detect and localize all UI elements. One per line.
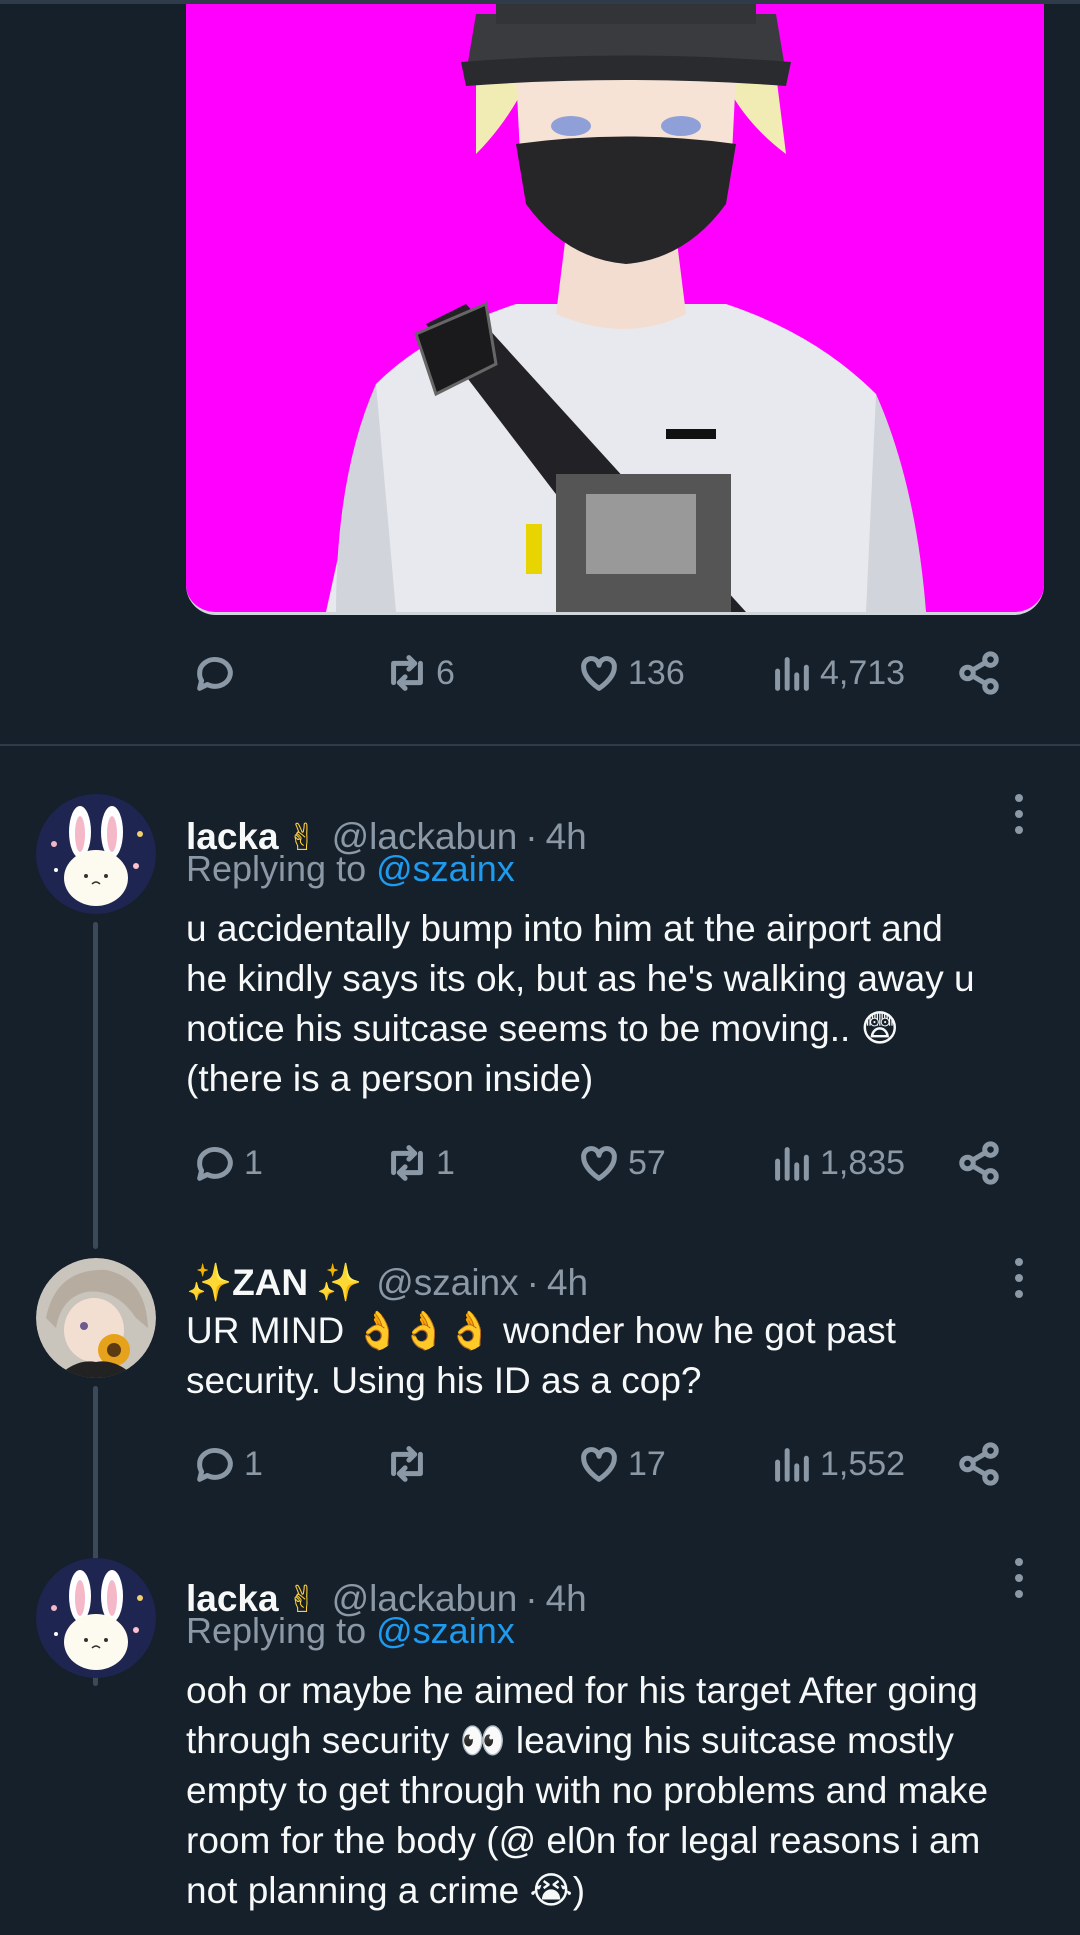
reply-icon bbox=[197, 657, 233, 691]
more-options-icon[interactable] bbox=[1008, 1258, 1030, 1298]
heart-icon bbox=[581, 656, 617, 691]
avatar[interactable] bbox=[36, 794, 156, 914]
views-button[interactable]: 4,713 bbox=[768, 643, 905, 703]
post-actions: 6 136 4,713 bbox=[186, 643, 1016, 703]
timestamp[interactable]: 4h bbox=[547, 1262, 588, 1304]
retweet-count: 1 bbox=[436, 1143, 455, 1182]
tweet-line: (there is a person inside) bbox=[186, 1058, 594, 1099]
retweet-count: 6 bbox=[436, 653, 455, 692]
views-button[interactable]: 1,835 bbox=[768, 1133, 905, 1193]
tweet-line: empty to get through with no problems an… bbox=[186, 1770, 989, 1811]
share-button[interactable] bbox=[956, 1434, 1002, 1494]
views-icon bbox=[775, 657, 809, 691]
views-count: 4,713 bbox=[820, 653, 906, 692]
tweet-line: through security 👀 leaving his suitcase … bbox=[186, 1720, 954, 1761]
post-image[interactable] bbox=[186, 4, 1044, 615]
retweet-button[interactable] bbox=[384, 1434, 436, 1494]
retweet-button[interactable]: 1 bbox=[384, 1133, 455, 1193]
like-count: 17 bbox=[628, 1444, 666, 1483]
tweet-actions: 1 17 1,552 bbox=[186, 1434, 1016, 1494]
heart-icon bbox=[581, 1447, 617, 1482]
share-icon bbox=[959, 651, 999, 695]
reply-button[interactable]: 1 bbox=[192, 1133, 263, 1193]
heart-icon bbox=[581, 1146, 617, 1181]
separator-dot: · bbox=[525, 1578, 538, 1619]
retweet-icon bbox=[391, 1145, 423, 1181]
tweet-line: UR MIND 👌👌👌 wonder how he got past bbox=[186, 1310, 896, 1351]
like-count: 57 bbox=[628, 1143, 666, 1182]
share-button[interactable] bbox=[956, 643, 1002, 703]
mention-link[interactable]: @szainx bbox=[376, 848, 515, 889]
replying-to: Replying to @szainx bbox=[186, 848, 515, 890]
timestamp[interactable]: 4h bbox=[546, 1578, 587, 1620]
views-icon bbox=[775, 1448, 809, 1482]
sparkle-emoji: ✨ bbox=[316, 1261, 363, 1303]
tweet-header: ✨ ZAN ✨ @szainx · 4h bbox=[186, 1258, 588, 1308]
separator-dot: · bbox=[526, 1262, 539, 1303]
like-button[interactable]: 17 bbox=[576, 1434, 666, 1494]
like-button[interactable]: 57 bbox=[576, 1133, 666, 1193]
timestamp[interactable]: 4h bbox=[546, 816, 587, 858]
user-handle[interactable]: @szainx bbox=[376, 1262, 518, 1304]
tweet-line: u accidentally bump into him at the airp… bbox=[186, 908, 943, 949]
post-divider bbox=[0, 744, 1080, 746]
reply-button[interactable] bbox=[192, 643, 244, 703]
more-options-icon[interactable] bbox=[1008, 794, 1030, 834]
tweet-text: u accidentally bump into him at the airp… bbox=[186, 904, 1056, 1104]
tweet-line: he kindly says its ok, but as he's walki… bbox=[186, 958, 975, 999]
tweet-line: ooh or maybe he aimed for his target Aft… bbox=[186, 1670, 978, 1711]
views-count: 1,835 bbox=[820, 1143, 906, 1182]
like-count: 136 bbox=[628, 653, 685, 692]
views-icon bbox=[775, 1147, 809, 1181]
replying-prefix: Replying to bbox=[186, 848, 367, 889]
tweet-text: ooh or maybe he aimed for his target Aft… bbox=[186, 1666, 1056, 1916]
retweet-icon bbox=[391, 655, 423, 691]
reply-icon bbox=[197, 1147, 233, 1181]
reply-icon bbox=[197, 1448, 233, 1482]
separator-dot: · bbox=[525, 816, 538, 857]
tweet-actions: 1 1 57 1,835 bbox=[186, 1133, 1016, 1193]
more-options-icon[interactable] bbox=[1008, 1558, 1030, 1598]
tweet-line: not planning a crime 😭) bbox=[186, 1870, 586, 1911]
reply-count: 1 bbox=[244, 1444, 263, 1483]
reply-count: 1 bbox=[244, 1143, 263, 1182]
avatar[interactable] bbox=[36, 1558, 156, 1678]
retweet-icon bbox=[391, 1446, 423, 1482]
reply-button[interactable]: 1 bbox=[192, 1434, 263, 1494]
views-button[interactable]: 1,552 bbox=[768, 1434, 905, 1494]
retweet-button[interactable]: 6 bbox=[384, 643, 455, 703]
sparkle-emoji: ✨ bbox=[186, 1261, 233, 1303]
like-button[interactable]: 136 bbox=[576, 643, 685, 703]
tweet-text: UR MIND 👌👌👌 wonder how he got past secur… bbox=[186, 1306, 1056, 1406]
avatar[interactable] bbox=[36, 1258, 156, 1378]
share-icon bbox=[959, 1442, 999, 1486]
tweet-line: notice his suitcase seems to be moving..… bbox=[186, 1008, 900, 1049]
tweet-line: room for the body (@ el0n for legal reas… bbox=[186, 1820, 981, 1861]
tweet-line: security. Using his ID as a cop? bbox=[186, 1360, 702, 1401]
thread-line bbox=[93, 922, 98, 1249]
replying-prefix: Replying to bbox=[186, 1610, 367, 1651]
mention-link[interactable]: @szainx bbox=[376, 1610, 515, 1651]
share-button[interactable] bbox=[956, 1133, 1002, 1193]
replying-to: Replying to @szainx bbox=[186, 1610, 515, 1652]
display-name[interactable]: ZAN bbox=[232, 1262, 308, 1304]
share-icon bbox=[959, 1141, 999, 1185]
views-count: 1,552 bbox=[820, 1444, 906, 1483]
